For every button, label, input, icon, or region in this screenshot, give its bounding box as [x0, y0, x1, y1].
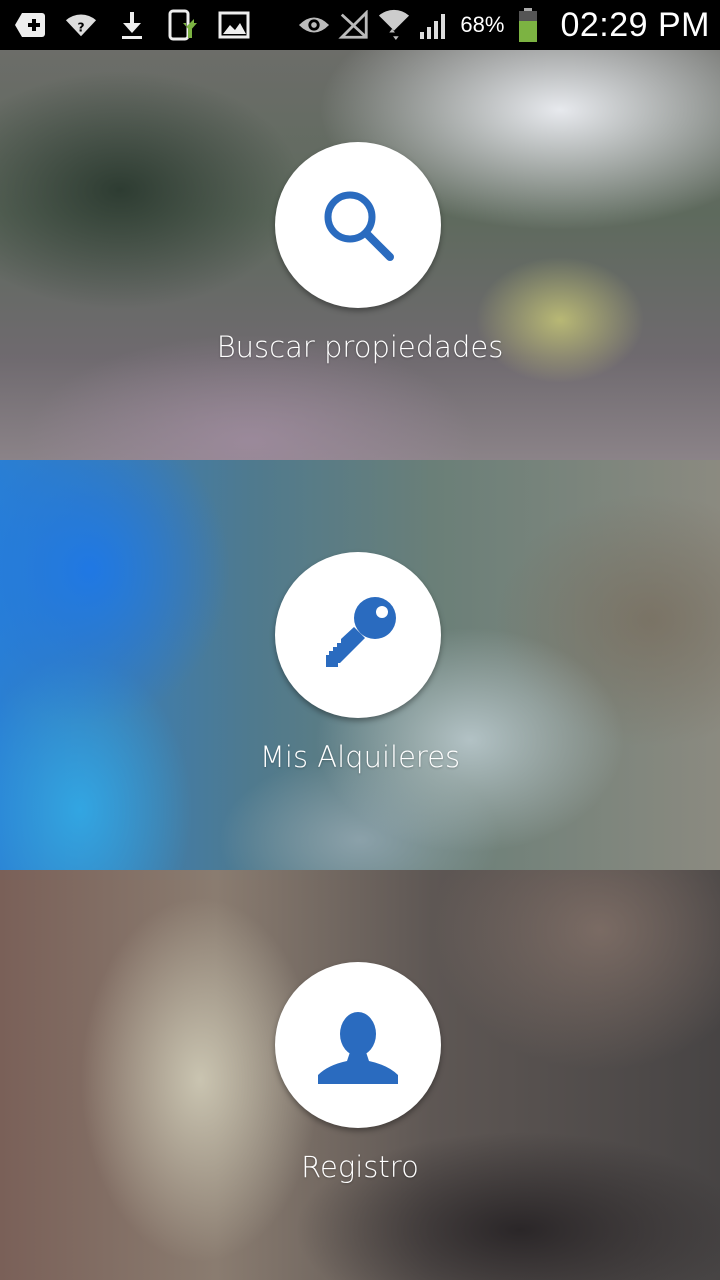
user-icon — [318, 1012, 398, 1084]
search-properties-panel[interactable]: Buscar propiedades — [0, 50, 720, 460]
key-icon — [326, 597, 396, 667]
battery-icon — [512, 8, 544, 42]
search-icon — [324, 191, 394, 261]
my-rentals-label: Mis Alquileres — [259, 740, 461, 774]
my-rentals-panel[interactable]: Mis Alquileres — [0, 460, 720, 870]
plus-badge-icon — [14, 9, 46, 41]
download-icon — [116, 9, 148, 41]
registration-button[interactable] — [275, 962, 441, 1128]
battery-percentage: 68% — [460, 12, 505, 37]
eye-icon — [298, 9, 330, 41]
svg-text:?: ? — [77, 21, 84, 35]
rentals-button[interactable] — [275, 552, 441, 718]
phone-update-icon — [167, 9, 199, 41]
wifi-data-icon — [378, 9, 410, 41]
cell-signal-icon — [418, 9, 450, 41]
search-properties-label: Buscar propiedades — [216, 330, 504, 364]
notification-icons: ? — [14, 0, 250, 50]
registration-panel[interactable]: Registro — [0, 870, 720, 1280]
no-signal-icon — [338, 9, 370, 41]
image-icon — [218, 9, 250, 41]
registration-label: Registro — [301, 1150, 419, 1184]
system-icons: 68% 02:29 PM — [298, 0, 710, 50]
clock: 02:29 PM — [560, 5, 710, 44]
status-bar: ? 68% 02:29 PM — [0, 0, 720, 50]
search-button[interactable] — [275, 142, 441, 308]
wifi-question-icon: ? — [65, 9, 97, 41]
